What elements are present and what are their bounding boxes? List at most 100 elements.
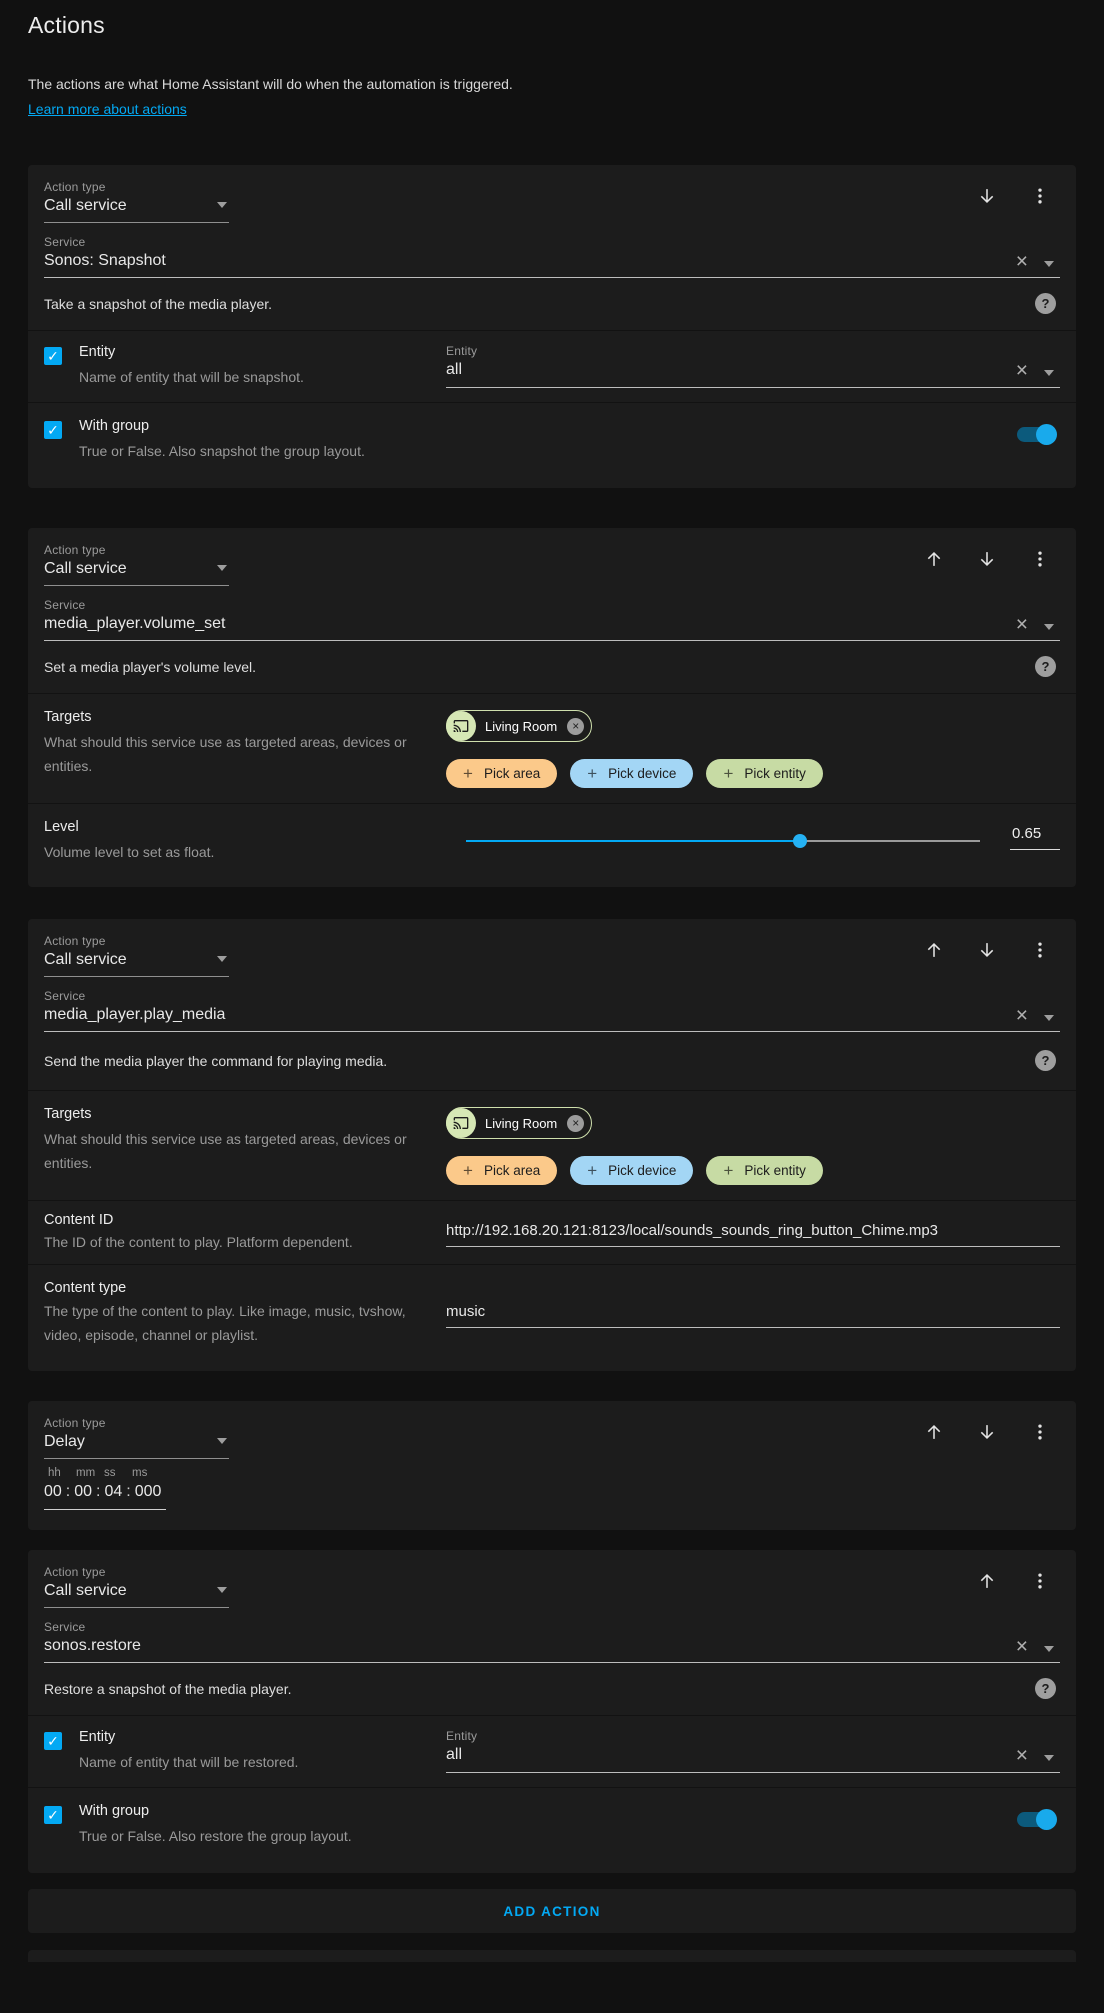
entity-picker[interactable]: Entity all ×	[446, 1729, 1060, 1774]
duration-unit-hh: hh	[48, 1467, 61, 1479]
service-label: Service	[44, 1620, 86, 1634]
target-chip-living-room[interactable]: Living Room ×	[446, 1107, 593, 1139]
service-field[interactable]: Service Sonos: Snapshot ×	[28, 223, 1076, 278]
level-slider[interactable]	[466, 834, 980, 848]
duration-hours[interactable]: 00	[44, 1483, 62, 1501]
move-down-button[interactable]	[975, 1420, 999, 1444]
move-up-button[interactable]	[922, 938, 946, 962]
toggle-thumb	[1036, 424, 1057, 445]
entity-row-description: Name of entity that will be snapshot.	[79, 369, 304, 385]
action-type-select[interactable]: Action type Delay	[44, 1416, 229, 1459]
plus-icon: +	[587, 1160, 598, 1180]
content-type-row: Content type The type of the content to …	[28, 1264, 1076, 1371]
duration-seconds[interactable]: 04	[105, 1483, 123, 1501]
intro-text: The actions are what Home Assistant will…	[28, 76, 513, 92]
with-group-description: True or False. Also restore the group la…	[79, 1828, 352, 1844]
help-icon[interactable]: ?	[1035, 1050, 1056, 1071]
slider-thumb[interactable]	[793, 834, 808, 848]
duration-input[interactable]: hh mm ss ms 00:00:04:000	[28, 1459, 210, 1530]
clear-icon[interactable]: ×	[1016, 1005, 1028, 1026]
content-id-row: Content ID The ID of the content to play…	[28, 1200, 1076, 1264]
service-field[interactable]: Service sonos.restore ×	[28, 1608, 1076, 1663]
dropdown-arrow-icon[interactable]	[1044, 370, 1054, 376]
entity-row-label: Entity	[79, 1729, 116, 1745]
arrow-up-icon	[927, 1424, 941, 1439]
action-type-select[interactable]: Action type Call service	[44, 1565, 229, 1608]
entity-row: ✓ Entity Name of entity that will be sna…	[28, 330, 1076, 402]
clear-icon[interactable]: ×	[1016, 1745, 1028, 1766]
service-description-row: Restore a snapshot of the media player. …	[28, 1663, 1076, 1715]
remove-chip-icon[interactable]: ×	[567, 717, 585, 735]
action-type-select[interactable]: Action type Call service	[44, 934, 229, 977]
with-group-toggle[interactable]	[1017, 424, 1057, 445]
service-field[interactable]: Service media_player.play_media ×	[28, 977, 1076, 1032]
content-id-field[interactable]: http://192.168.20.121:8123/local/sounds_…	[446, 1219, 1060, 1247]
content-id-description: The ID of the content to play. Platform …	[44, 1234, 353, 1250]
clear-icon[interactable]: ×	[1016, 1636, 1028, 1657]
overflow-menu-button[interactable]	[1028, 938, 1052, 962]
duration-milliseconds[interactable]: 000	[135, 1483, 162, 1501]
move-up-button[interactable]	[922, 547, 946, 571]
dropdown-arrow-icon[interactable]	[1044, 261, 1054, 267]
overflow-menu-button[interactable]	[1028, 184, 1052, 208]
add-action-button[interactable]: ADD ACTION	[497, 1903, 606, 1920]
pick-device-button[interactable]: + Pick device	[570, 759, 694, 788]
pick-device-button[interactable]: + Pick device	[570, 1156, 694, 1185]
pick-entity-button[interactable]: + Pick entity	[706, 759, 823, 788]
with-group-checkbox[interactable]: ✓	[44, 421, 62, 439]
dropdown-arrow-icon[interactable]	[1044, 1015, 1054, 1021]
action-type-value: Call service	[44, 951, 127, 968]
pick-entity-button[interactable]: + Pick entity	[706, 1156, 823, 1185]
slider-fill	[466, 840, 801, 842]
service-label: Service	[44, 598, 86, 612]
with-group-checkbox[interactable]: ✓	[44, 1806, 62, 1824]
move-up-button[interactable]	[975, 1569, 999, 1593]
help-icon[interactable]: ?	[1035, 293, 1056, 314]
move-down-button[interactable]	[975, 547, 999, 571]
clear-icon[interactable]: ×	[1016, 360, 1028, 381]
action-type-value: Call service	[44, 560, 127, 577]
action-type-label: Action type	[44, 180, 106, 194]
dropdown-arrow-icon[interactable]	[1044, 624, 1054, 630]
level-value-field[interactable]: 0.65	[1010, 819, 1060, 850]
plus-icon: +	[463, 763, 473, 783]
service-field[interactable]: Service media_player.volume_set ×	[28, 586, 1076, 641]
action-type-value: Call service	[44, 1582, 127, 1599]
service-value: sonos.restore	[44, 1637, 141, 1654]
pick-area-button[interactable]: + Pick area	[446, 759, 558, 788]
action-card-sonos-restore: Action type Call service Service sonos.r…	[28, 1550, 1076, 1873]
content-type-field[interactable]: music	[446, 1300, 1060, 1328]
learn-more-link[interactable]: Learn more about actions	[28, 101, 187, 117]
action-card-volume-set: Action type Call service Service media_p…	[28, 528, 1076, 887]
duration-minutes[interactable]: 00	[74, 1483, 92, 1501]
dropdown-arrow-icon	[217, 956, 227, 962]
overflow-menu-button[interactable]	[1028, 1569, 1052, 1593]
dropdown-arrow-icon[interactable]	[1044, 1646, 1054, 1652]
content-type-description: The type of the content to play. Like im…	[44, 1303, 406, 1343]
arrow-down-icon	[980, 1425, 994, 1440]
overflow-menu-button[interactable]	[1028, 1420, 1052, 1444]
entity-checkbox[interactable]: ✓	[44, 1732, 62, 1750]
remove-chip-icon[interactable]: ×	[567, 1114, 585, 1132]
move-down-button[interactable]	[975, 938, 999, 962]
move-up-button[interactable]	[922, 1420, 946, 1444]
action-type-select[interactable]: Action type Call service	[44, 180, 229, 223]
help-icon[interactable]: ?	[1035, 1678, 1056, 1699]
dropdown-arrow-icon[interactable]	[1044, 1755, 1054, 1761]
clear-icon[interactable]: ×	[1016, 251, 1028, 272]
card-header: Action type Call service	[28, 165, 1076, 223]
action-type-label: Action type	[44, 543, 106, 557]
overflow-menu-button[interactable]	[1028, 547, 1052, 571]
clear-icon[interactable]: ×	[1016, 614, 1028, 635]
with-group-toggle[interactable]	[1017, 1809, 1057, 1830]
service-value: Sonos: Snapshot	[44, 252, 166, 269]
entity-field-value: all	[446, 1746, 463, 1763]
action-type-value: Delay	[44, 1433, 85, 1450]
entity-checkbox[interactable]: ✓	[44, 347, 62, 365]
target-chip-living-room[interactable]: Living Room ×	[446, 710, 593, 742]
help-icon[interactable]: ?	[1035, 656, 1056, 677]
entity-picker[interactable]: Entity all ×	[446, 344, 1060, 389]
pick-area-button[interactable]: + Pick area	[446, 1156, 558, 1185]
move-down-button[interactable]	[975, 184, 999, 208]
action-type-select[interactable]: Action type Call service	[44, 543, 229, 586]
